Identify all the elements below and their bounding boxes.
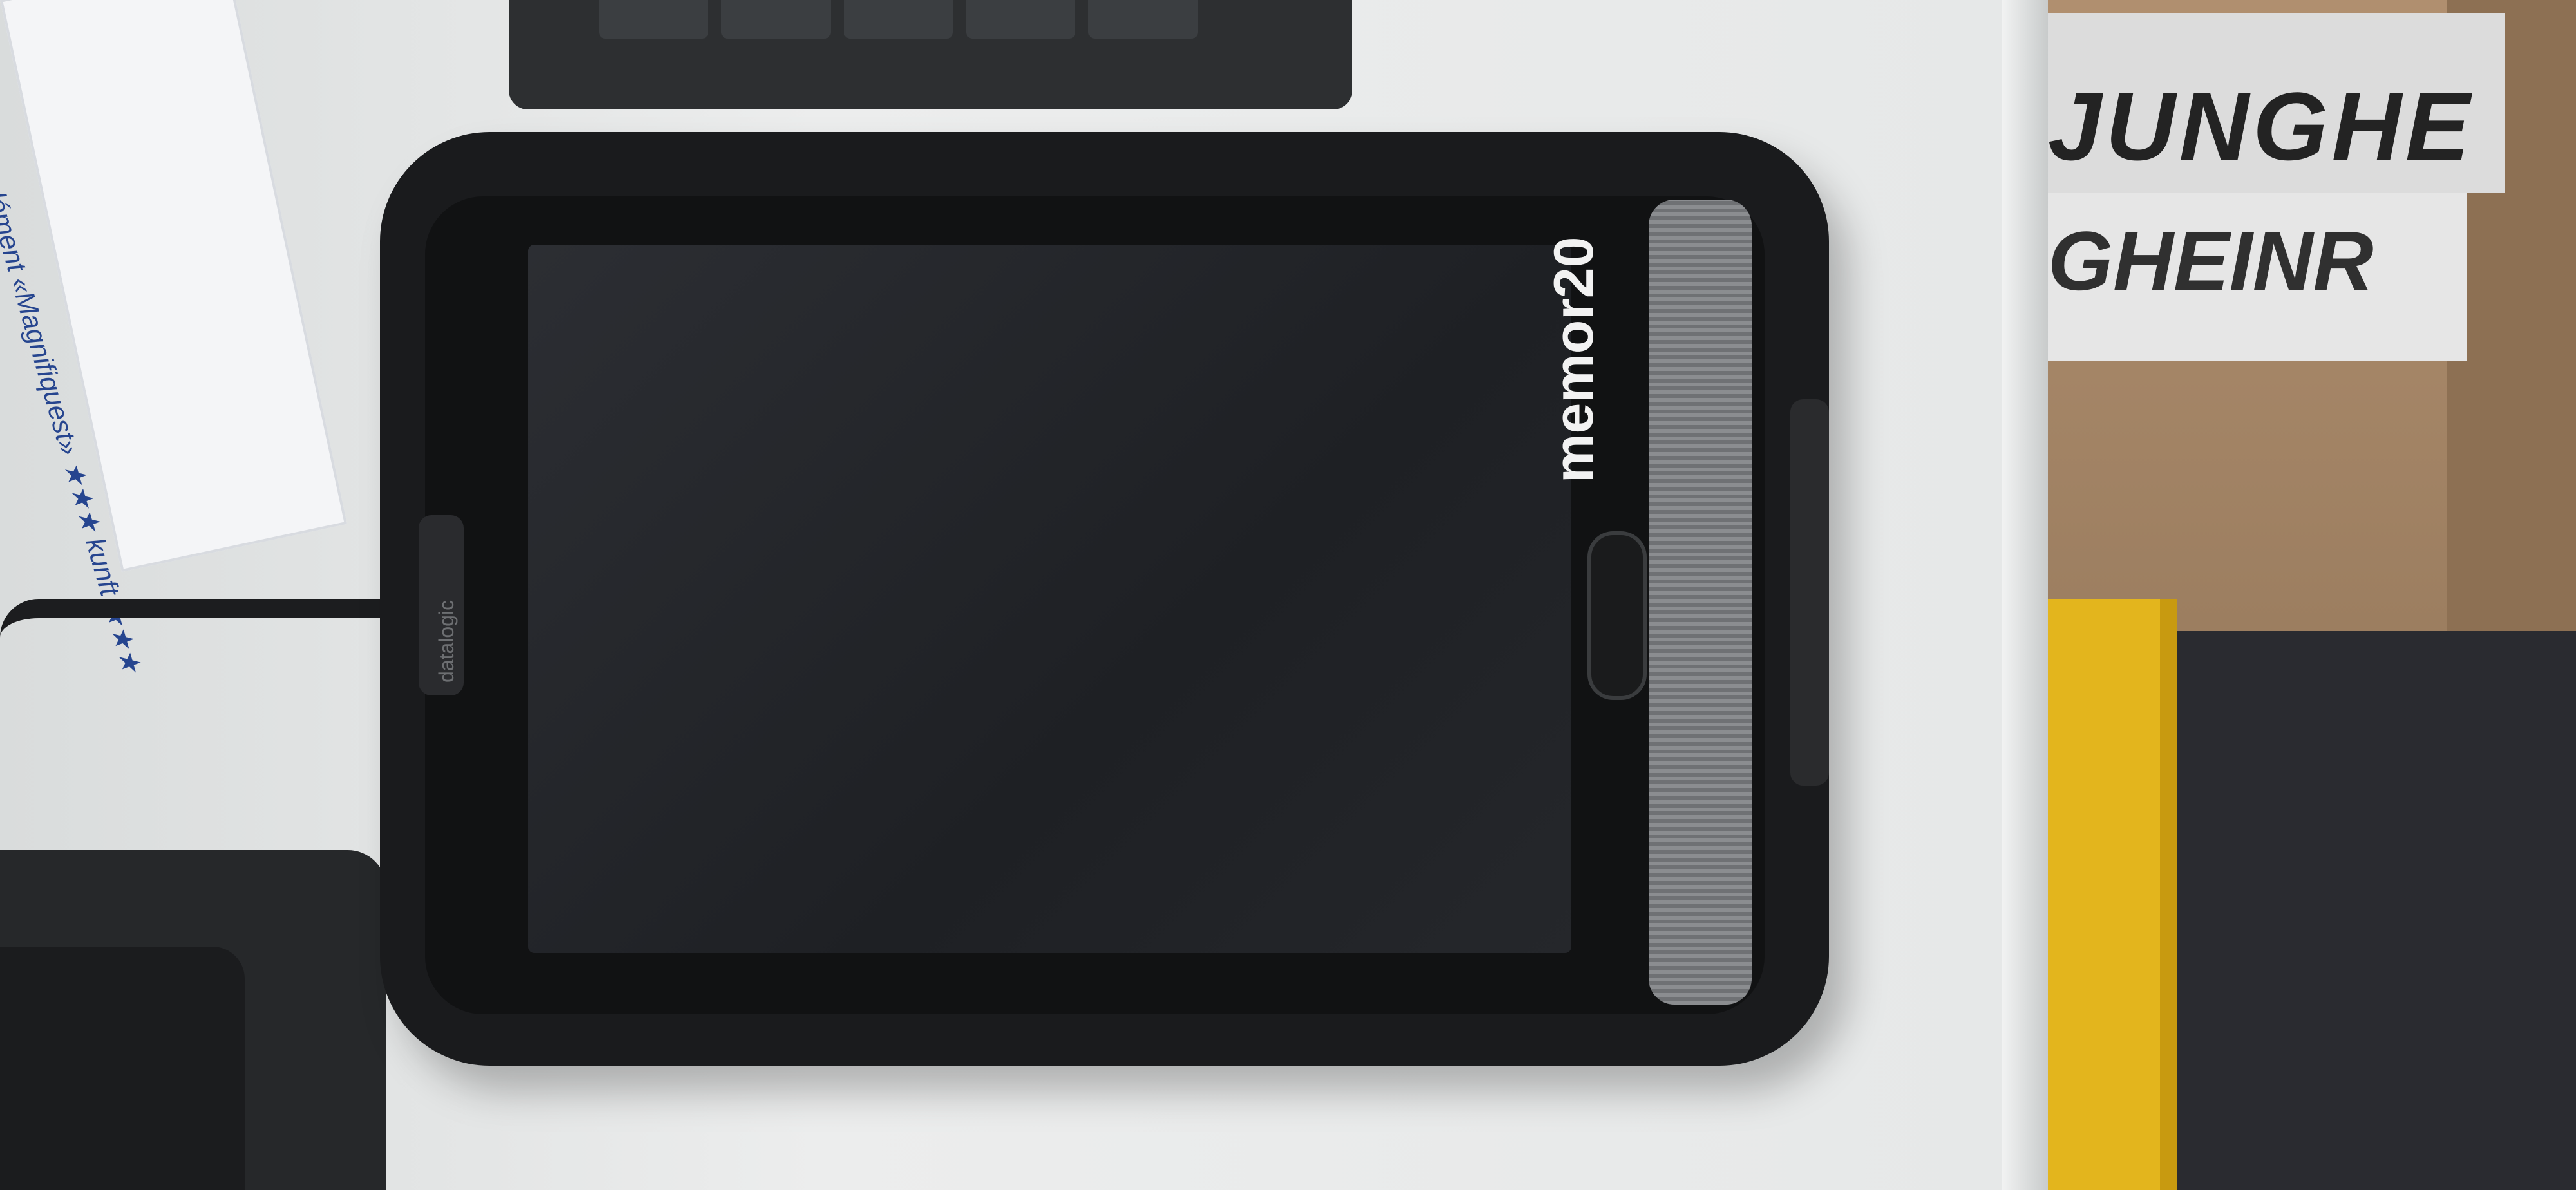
speaker-grille [1649,200,1752,1005]
device-screen[interactable] [528,245,1571,953]
desk-edge [2002,0,2048,1190]
box-sticker-text-1: JUNGHE [2048,72,2474,180]
keyboard-key [721,0,831,39]
keyboard [509,0,1352,109]
side-brand-label: datalogic [435,600,458,683]
keyboard-key [599,0,708,39]
device-logo: memor20 [1543,236,1605,483]
keyboard-key [966,0,1075,39]
box-sticker-text-2: GHEINR [2048,214,2374,308]
yellow-crate [2048,599,2177,1190]
keyboard-key [844,0,953,39]
scanner-cradle-front [0,947,245,1190]
home-button[interactable] [1587,531,1647,700]
side-port [1790,399,1829,786]
keyboard-key [1088,0,1198,39]
